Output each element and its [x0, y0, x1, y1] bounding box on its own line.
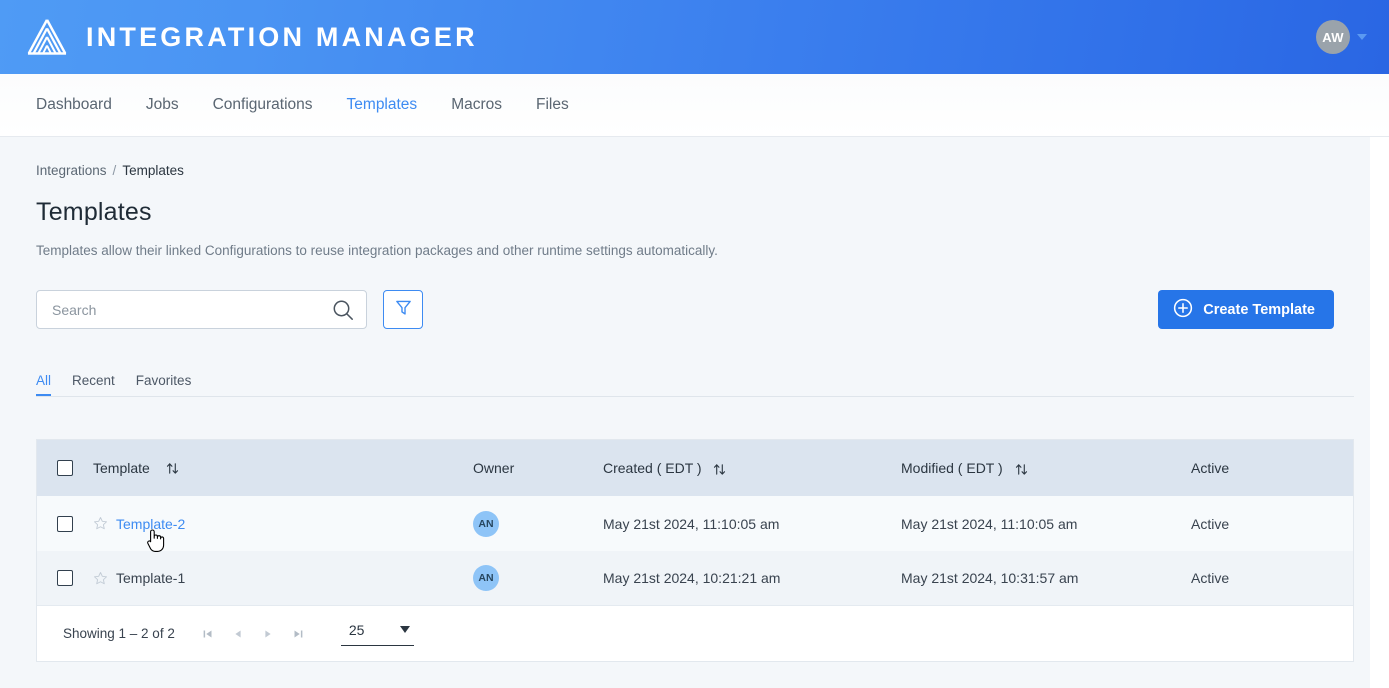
previous-page-icon[interactable]	[223, 619, 253, 649]
search-box[interactable]	[36, 290, 367, 329]
application-root: INTEGRATION MANAGER AW Dashboard Jobs Co…	[0, 0, 1389, 688]
table-header-row: Template Owner Created ( EDT ) Modified …	[37, 440, 1353, 496]
sort-icon-template[interactable]	[165, 462, 180, 475]
main-navigation: Dashboard Jobs Configurations Templates …	[0, 74, 1389, 137]
column-header-active: Active	[1191, 460, 1353, 476]
row-template-cell: Template-2	[93, 516, 473, 532]
select-all-cell	[37, 460, 93, 476]
page-content: Integrations / Templates Templates Templ…	[0, 137, 1370, 688]
column-header-active-label: Active	[1191, 460, 1230, 476]
brand: INTEGRATION MANAGER	[26, 17, 478, 57]
column-header-template[interactable]: Template	[93, 460, 473, 476]
row-select-cell	[37, 570, 93, 586]
table-row[interactable]: Template-2 AN May 21st 2024, 11:10:05 am…	[37, 496, 1353, 551]
search-icon[interactable]	[332, 299, 354, 321]
search-input[interactable]	[52, 301, 332, 318]
select-all-checkbox[interactable]	[57, 460, 73, 476]
table-pagination: Showing 1 – 2 of 2 25	[36, 606, 1354, 662]
avatar[interactable]: AW	[1316, 20, 1350, 54]
toolbar: Create Template	[36, 290, 1334, 329]
column-header-created[interactable]: Created ( EDT )	[603, 460, 901, 476]
row-checkbox[interactable]	[57, 515, 73, 532]
nav-item-macros[interactable]: Macros	[434, 96, 519, 114]
column-header-created-label: Created ( EDT )	[603, 460, 702, 476]
row-owner-cell: AN	[473, 565, 603, 591]
nav-item-files[interactable]: Files	[519, 96, 586, 114]
app-header-bar: INTEGRATION MANAGER AW	[0, 0, 1389, 74]
page-size-value: 25	[348, 621, 365, 638]
row-select-cell	[37, 515, 93, 532]
column-header-modified[interactable]: Modified ( EDT )	[901, 460, 1191, 476]
page-description: Templates allow their linked Configurati…	[36, 243, 718, 258]
tabs-divider	[36, 396, 1354, 397]
nav-item-dashboard[interactable]: Dashboard	[36, 96, 129, 114]
first-page-icon[interactable]	[193, 619, 223, 649]
nav-item-templates[interactable]: Templates	[330, 96, 435, 114]
chevron-down-icon[interactable]	[1357, 34, 1367, 40]
nav-item-configurations[interactable]: Configurations	[196, 96, 330, 114]
row-created-cell: May 21st 2024, 10:21:21 am	[603, 570, 781, 586]
filter-tabs: All Recent Favorites	[36, 373, 1334, 397]
breadcrumb-item-templates: Templates	[122, 163, 184, 178]
user-menu[interactable]: AW	[1316, 20, 1367, 54]
row-modified-cell: May 21st 2024, 11:10:05 am	[901, 515, 1078, 532]
create-template-button[interactable]: Create Template	[1158, 290, 1334, 329]
owner-avatar: AN	[473, 510, 499, 537]
breadcrumb-separator: /	[112, 163, 117, 178]
sort-icon-modified[interactable]	[1014, 463, 1029, 476]
template-name-link[interactable]: Template-1	[116, 570, 185, 586]
funnel-filter-icon	[394, 298, 413, 322]
chevron-down-icon	[399, 626, 410, 633]
row-active-cell: Active	[1191, 515, 1230, 532]
mountain-layers-logo-icon	[26, 17, 68, 57]
next-page-icon[interactable]	[253, 619, 283, 649]
row-modified-cell: May 21st 2024, 10:31:57 am	[901, 570, 1079, 586]
plus-circle-icon	[1173, 298, 1193, 322]
column-header-template-label: Template	[93, 460, 150, 476]
row-created-cell: May 21st 2024, 11:10:05 am	[603, 515, 780, 532]
sort-icon-created[interactable]	[712, 463, 727, 476]
table-row[interactable]: Template-1 AN May 21st 2024, 10:21:21 am…	[37, 551, 1353, 606]
app-title: INTEGRATION MANAGER	[86, 21, 478, 52]
last-page-icon[interactable]	[283, 619, 313, 649]
create-template-label: Create Template	[1203, 301, 1315, 318]
row-owner-cell: AN	[473, 510, 603, 537]
tab-favorites[interactable]: Favorites	[136, 373, 192, 396]
breadcrumb-item-integrations[interactable]: Integrations	[36, 163, 107, 178]
pagination-summary: Showing 1 – 2 of 2	[63, 626, 175, 641]
column-header-owner: Owner	[473, 460, 603, 476]
favorite-star-icon[interactable]	[93, 571, 108, 586]
template-name-link[interactable]: Template-2	[116, 516, 185, 532]
tab-recent[interactable]: Recent	[72, 373, 115, 396]
column-header-modified-label: Modified ( EDT )	[901, 460, 1003, 476]
templates-table: Template Owner Created ( EDT ) Modified …	[36, 439, 1354, 606]
page-size-select[interactable]: 25	[340, 621, 414, 646]
filter-button[interactable]	[383, 290, 423, 329]
owner-avatar: AN	[473, 565, 499, 591]
tab-all[interactable]: All	[36, 373, 52, 396]
nav-item-jobs[interactable]: Jobs	[129, 96, 196, 114]
row-active-cell: Active	[1191, 570, 1230, 586]
row-template-cell: Template-1	[93, 570, 473, 586]
row-checkbox[interactable]	[57, 570, 73, 586]
favorite-star-icon[interactable]	[93, 516, 108, 531]
page-title: Templates	[36, 198, 152, 226]
column-header-owner-label: Owner	[473, 460, 515, 476]
breadcrumb: Integrations / Templates	[36, 137, 1334, 178]
